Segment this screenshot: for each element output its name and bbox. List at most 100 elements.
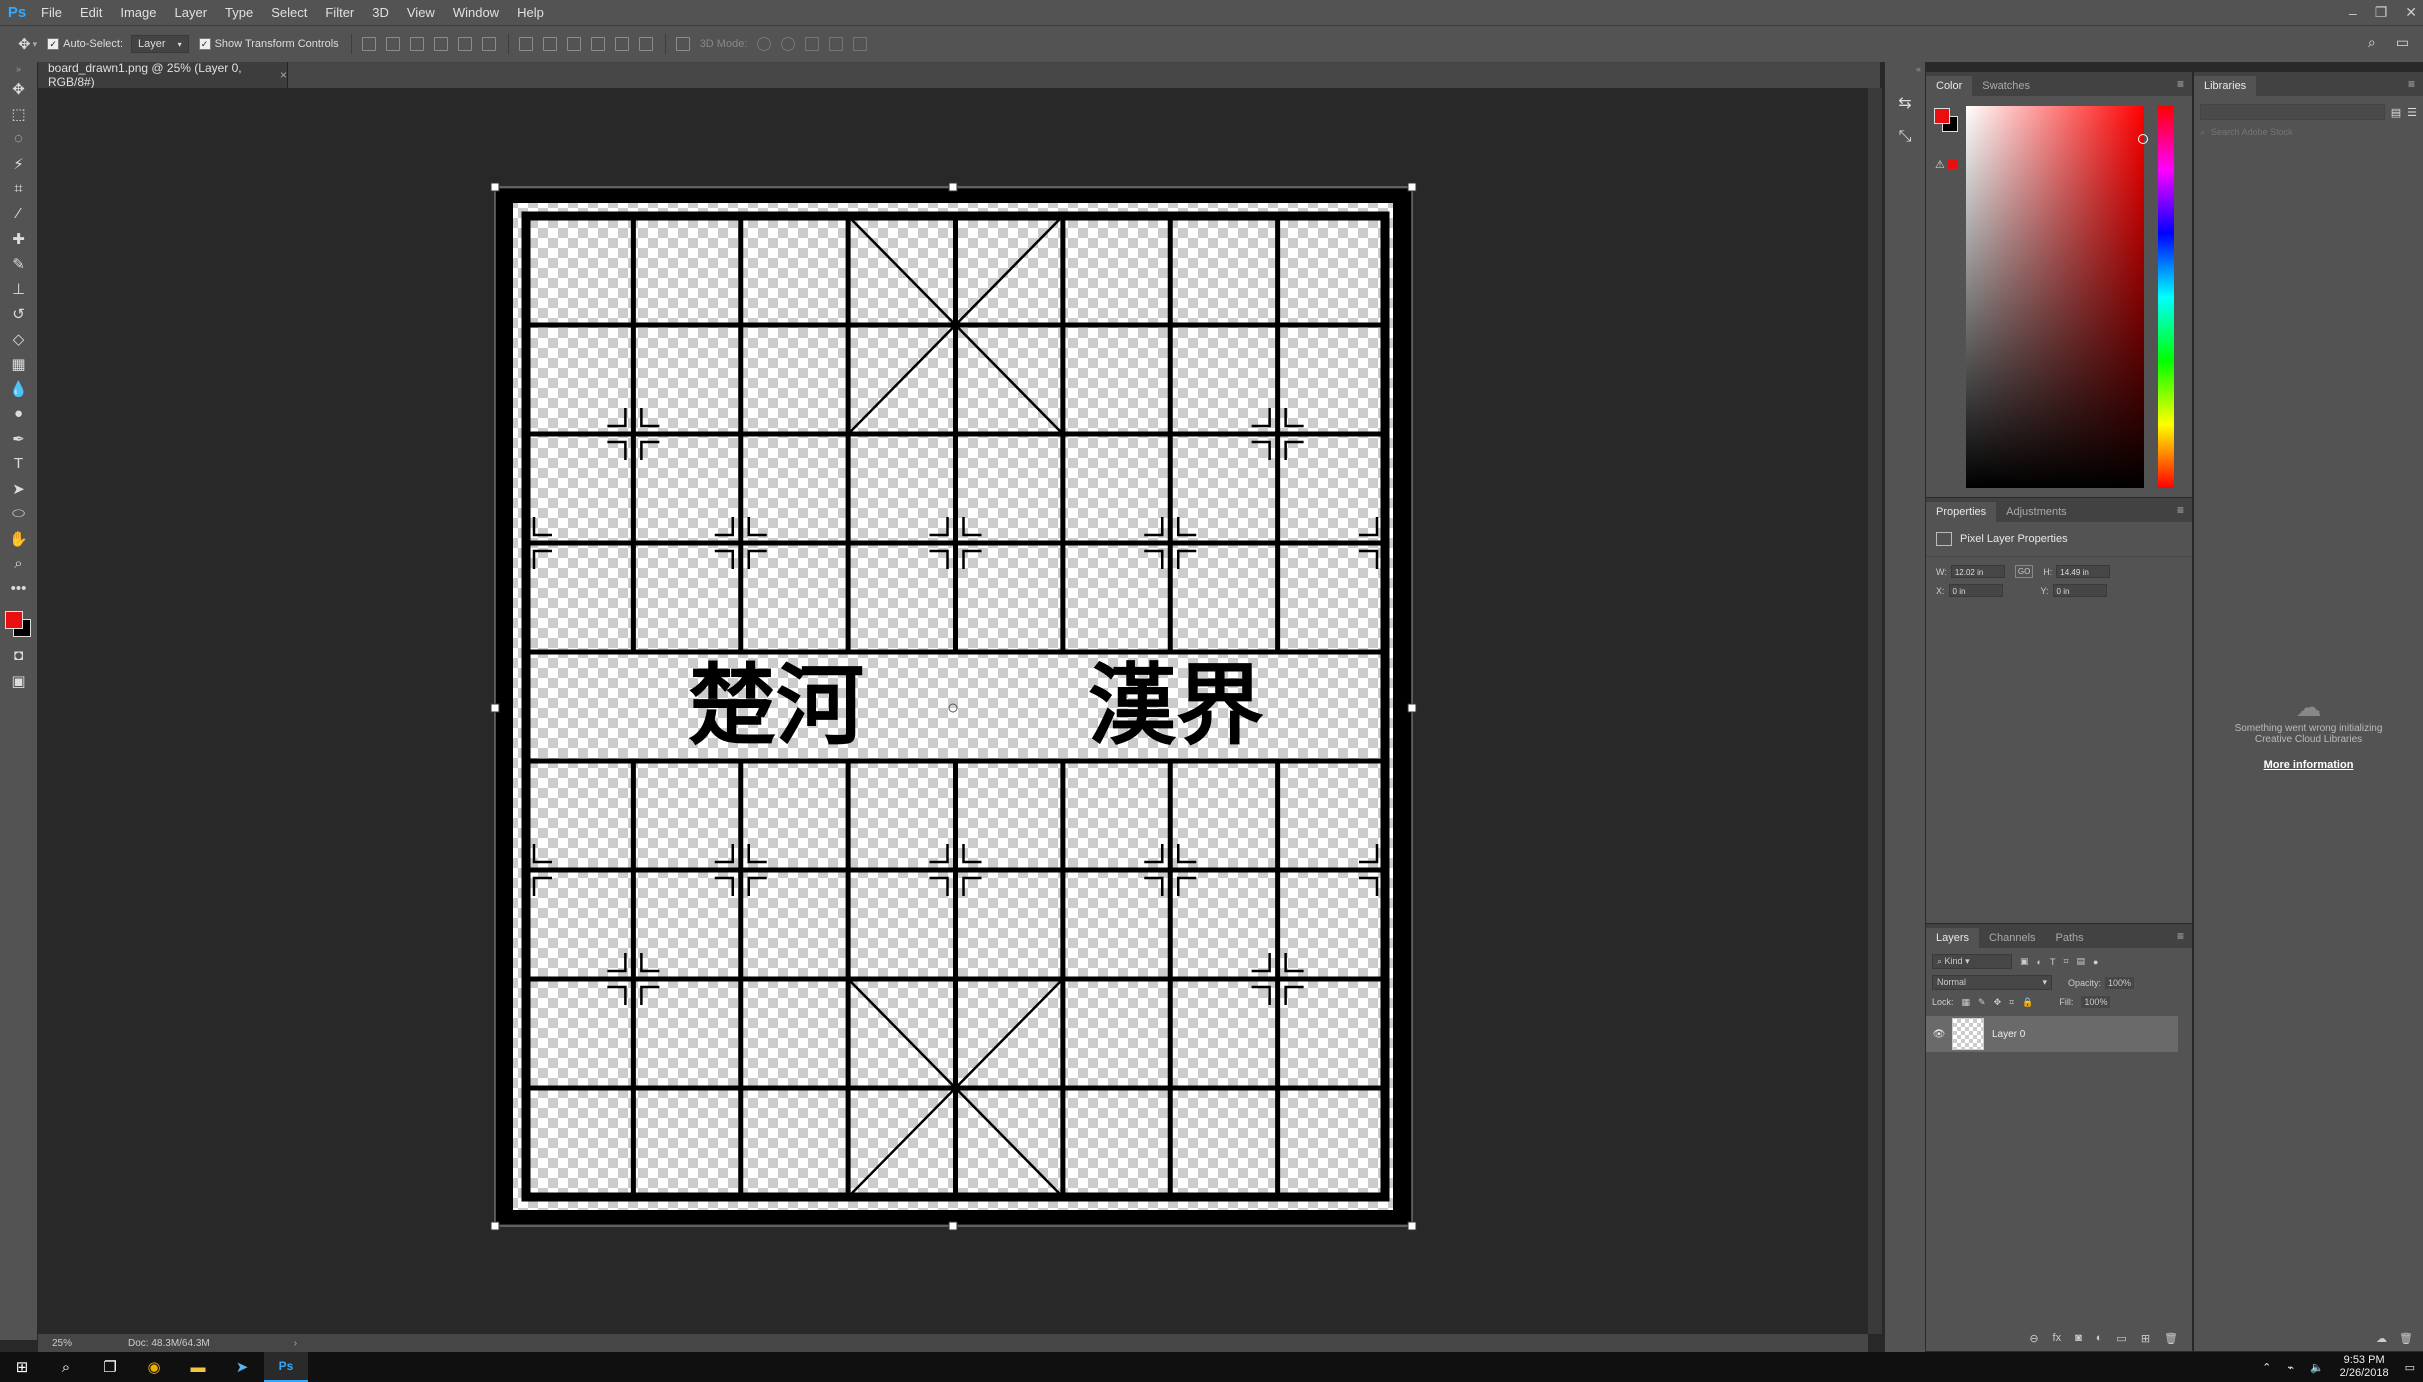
chrome-icon[interactable]: ◉ [132, 1352, 176, 1382]
quick-mask-icon[interactable]: ◘ [0, 643, 37, 668]
new-layer-icon[interactable]: ⊞ [2141, 1332, 2150, 1345]
adjustment-layer-icon[interactable]: ◐ [2096, 1332, 2103, 1345]
3d-roll-icon[interactable] [781, 37, 796, 51]
transform-handle[interactable] [490, 703, 500, 713]
align-hcenter-icon[interactable] [457, 37, 472, 51]
tab-layers[interactable]: Layers [1926, 928, 1980, 948]
foreground-color-swatch[interactable] [5, 611, 23, 629]
menu-3d[interactable]: 3D [363, 5, 398, 20]
y-input[interactable]: 0 in [2052, 584, 2107, 597]
minimize-button[interactable]: – [2349, 5, 2357, 21]
menu-file[interactable]: File [32, 5, 71, 20]
show-transform-checkbox[interactable]: ✓ Show Transform Controls [198, 38, 339, 50]
tab-libraries[interactable]: Libraries [2194, 76, 2257, 96]
distribute-top-icon[interactable] [518, 37, 533, 51]
grid-view-icon[interactable]: ▤ [2391, 106, 2401, 119]
visibility-eye-icon[interactable]: 👁 [1926, 1029, 1952, 1040]
volume-icon[interactable]: 🔈 [2310, 1361, 2324, 1374]
menu-type[interactable]: Type [216, 5, 262, 20]
layer-style-icon[interactable]: fx [2053, 1332, 2062, 1345]
restore-button[interactable]: ❐ [2375, 4, 2388, 21]
panel-menu-icon[interactable]: ≡ [2177, 929, 2184, 943]
cloud-sync-icon[interactable]: ☁ [2376, 1332, 2387, 1345]
transform-handle[interactable] [1407, 703, 1417, 713]
tool-preset-chevron-icon[interactable]: ▾ [33, 39, 38, 50]
align-top-icon[interactable] [361, 37, 376, 51]
marquee-tool-icon[interactable]: ⬚ [0, 101, 37, 126]
filter-smart-object-icon[interactable]: ▤ [2077, 956, 2086, 967]
3d-orbit-icon[interactable] [757, 37, 772, 51]
transform-handle[interactable] [948, 182, 958, 192]
transform-handle[interactable] [1407, 1221, 1417, 1231]
blur-tool-icon[interactable]: 💧 [0, 376, 37, 401]
history-brush-tool-icon[interactable]: ↺ [0, 301, 37, 326]
transform-handle[interactable] [948, 1221, 958, 1231]
status-chevron-icon[interactable]: › [294, 1338, 297, 1349]
close-button[interactable]: ✕ [2405, 4, 2417, 21]
distribute-right-icon[interactable] [638, 37, 653, 51]
gamut-swatch[interactable] [1948, 159, 1958, 169]
out-of-gamut-warning-icon[interactable]: ⚠ [1935, 158, 1945, 171]
filter-type-icon[interactable]: T [2050, 957, 2056, 967]
3d-slide-icon[interactable] [829, 37, 844, 51]
align-right-icon[interactable] [481, 37, 496, 51]
file-explorer-icon[interactable]: ▬ [176, 1352, 220, 1382]
x-input[interactable]: 0 in [1948, 584, 2003, 597]
align-left-icon[interactable] [433, 37, 448, 51]
notifications-icon[interactable]: ▭ [2405, 1361, 2415, 1374]
menu-filter[interactable]: Filter [316, 5, 363, 20]
opacity-input[interactable]: 100% [2105, 976, 2135, 989]
lock-artboard-icon[interactable]: ⌗ [2009, 997, 2014, 1008]
menu-view[interactable]: View [398, 5, 444, 20]
link-layers-icon[interactable]: ⊖ [2029, 1332, 2038, 1345]
tab-channels[interactable]: Channels [1979, 928, 2045, 948]
photoshop-taskbar-icon[interactable]: Ps [264, 1352, 308, 1382]
clock[interactable]: 9:53 PM 2/26/2018 [2340, 1354, 2389, 1380]
align-bottom-icon[interactable] [409, 37, 424, 51]
screen-mode-icon[interactable]: ▣ [0, 668, 37, 693]
layer-name[interactable]: Layer 0 [1992, 1029, 2025, 1040]
panel-menu-icon[interactable]: ≡ [2408, 77, 2415, 91]
libraries-search[interactable]: ⌕ [2200, 126, 2417, 138]
magic-wand-tool-icon[interactable]: ⚡ [0, 151, 37, 176]
distribute-bottom-icon[interactable] [566, 37, 581, 51]
tab-swatches[interactable]: Swatches [1972, 76, 2040, 96]
foreground-color-swatch[interactable] [1934, 108, 1950, 124]
filter-pixel-icon[interactable]: ▣ [2020, 956, 2029, 967]
ellipse-tool-icon[interactable]: ⬭ [0, 501, 37, 526]
panel-menu-icon[interactable]: ≡ [2177, 77, 2184, 91]
tray-chevron-icon[interactable]: ⌃ [2262, 1361, 2271, 1374]
eraser-tool-icon[interactable]: ◇ [0, 326, 37, 351]
filter-adjustment-icon[interactable]: ◐ [2037, 957, 2042, 967]
lock-transparent-icon[interactable]: ▦ [1962, 997, 1971, 1008]
menu-select[interactable]: Select [262, 5, 316, 20]
more-information-link[interactable]: More information [2194, 759, 2423, 771]
filter-toggle-icon[interactable]: ● [2093, 957, 2098, 967]
menu-image[interactable]: Image [111, 5, 165, 20]
transform-handle[interactable] [1407, 182, 1417, 192]
panel-menu-icon[interactable]: ≡ [2177, 503, 2184, 517]
color-picker-cursor[interactable] [2138, 134, 2148, 144]
filter-shape-icon[interactable]: ⌗ [2063, 956, 2068, 967]
distribute-vcenter-icon[interactable] [542, 37, 557, 51]
brush-tool-icon[interactable]: ✎ [0, 251, 37, 276]
add-mask-icon[interactable]: ◙ [2075, 1332, 2082, 1345]
library-dropdown[interactable] [2200, 104, 2385, 120]
height-field[interactable]: H: 14.49 in [2043, 565, 2111, 578]
more-tools-icon[interactable]: ••• [0, 576, 37, 601]
layer-row[interactable]: 👁 Layer 0 [1926, 1016, 2178, 1052]
menu-help[interactable]: Help [508, 5, 553, 20]
close-tab-icon[interactable]: × [280, 68, 287, 82]
width-field[interactable]: W: 12.02 in [1936, 565, 2005, 578]
move-tool-icon[interactable]: ✥ [0, 76, 37, 101]
auto-align-icon[interactable] [675, 37, 690, 51]
document-tab[interactable]: board_drawn1.png @ 25% (Layer 0, RGB/8#)… [38, 61, 288, 89]
tab-properties[interactable]: Properties [1926, 502, 1997, 522]
distribute-hcenter-icon[interactable] [614, 37, 629, 51]
zoom-tool-icon[interactable]: ⌕ [0, 551, 37, 576]
tab-color[interactable]: Color [1926, 76, 1973, 96]
blend-mode-dropdown[interactable]: Normal ▾ [1932, 975, 2052, 990]
zoom-level[interactable]: 25% [52, 1338, 72, 1349]
height-input[interactable]: 14.49 in [2056, 565, 2111, 578]
transform-handle[interactable] [490, 182, 500, 192]
